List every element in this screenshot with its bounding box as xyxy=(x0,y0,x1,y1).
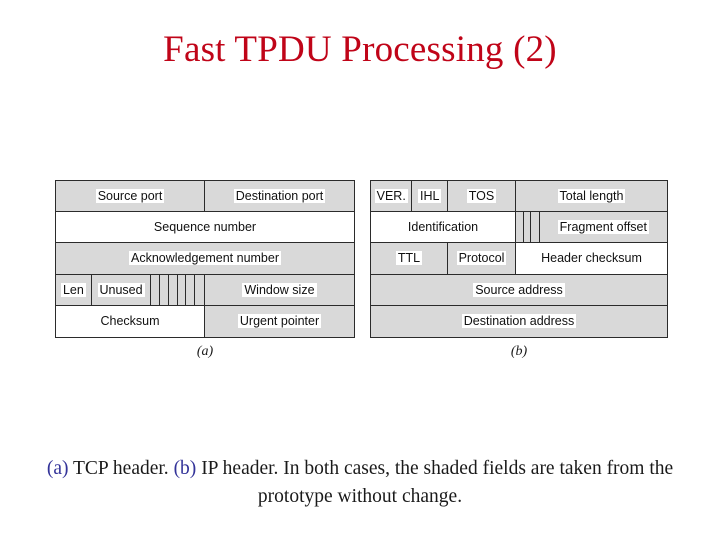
header-field-cell: TTL xyxy=(371,243,448,274)
header-field-label: Source address xyxy=(473,282,565,297)
header-field-label: Source port xyxy=(95,189,165,204)
header-row: Destination address xyxy=(371,305,667,337)
header-field-label: Sequence number xyxy=(153,220,257,235)
flag-bit xyxy=(169,274,178,305)
header-field-cell: Destination address xyxy=(371,305,667,337)
header-field-label: VER. xyxy=(374,189,408,204)
header-field-label: Window size xyxy=(242,282,317,297)
flag-bit xyxy=(531,212,539,242)
header-field-cell: TOS xyxy=(447,181,517,212)
flag-bit xyxy=(186,274,196,305)
header-row: Sequence number xyxy=(56,212,354,244)
header-field-label: Len xyxy=(60,282,86,297)
figure-caption: (a) TCP header. (b) IP header. In both c… xyxy=(10,455,710,511)
header-field-label: Acknowledgement number xyxy=(129,251,281,266)
subcaption-a: (a) xyxy=(196,344,214,359)
header-field-label: Unused xyxy=(97,282,145,297)
header-field-cell: Total length xyxy=(516,181,667,212)
header-row: TTL Protocol Header checksum xyxy=(371,243,667,275)
header-field-label: TOS xyxy=(466,189,497,204)
caption-text-b: IP header. In both cases, the shaded fie… xyxy=(196,458,674,507)
header-field-cell: Destination port xyxy=(205,181,354,212)
header-field-cell: Acknowledgement number xyxy=(56,243,354,274)
header-field-cell: Checksum xyxy=(56,305,205,337)
flag-bit xyxy=(516,212,524,243)
header-field-label: Checksum xyxy=(100,314,160,329)
header-row: Len Unused Window size xyxy=(56,274,354,306)
header-row: Source address xyxy=(371,274,667,306)
header-field-label: Destination address xyxy=(461,314,577,329)
flag-bit xyxy=(195,275,204,305)
header-field-cell: IHL xyxy=(412,181,448,212)
header-field-cell: Window size xyxy=(204,274,354,305)
header-field-cell: VER. xyxy=(371,181,413,212)
header-field-label: Fragment offset xyxy=(557,220,649,235)
flag-bit xyxy=(160,274,169,305)
header-field-cell: Urgent pointer xyxy=(205,305,354,337)
header-field-label: IHL xyxy=(417,189,442,204)
flag-bit xyxy=(151,274,161,305)
header-row: Acknowledgement number xyxy=(56,243,354,275)
header-field-cell: Len xyxy=(56,274,92,305)
header-field-label: Urgent pointer xyxy=(237,314,322,329)
header-field-cell: Fragment offset xyxy=(539,212,667,243)
flag-bit xyxy=(524,212,532,243)
header-row: Identification Fragment offset xyxy=(371,212,667,244)
header-field-cell: Header checksum xyxy=(516,243,667,274)
header-figure: Source port Destination port Sequence numb… xyxy=(0,178,720,363)
header-row: Source port Destination port xyxy=(56,181,354,213)
caption-ref-b: (b) xyxy=(173,458,197,479)
flag-bits-group xyxy=(151,274,205,305)
header-field-label: Header checksum xyxy=(541,251,642,266)
header-field-cell: Source address xyxy=(371,274,667,305)
header-field-cell: Source port xyxy=(56,181,205,212)
header-field-label: Total length xyxy=(557,189,626,204)
header-row: Checksum Urgent pointer xyxy=(56,305,354,337)
subcaption-b: (b) xyxy=(510,344,528,359)
header-field-cell: Protocol xyxy=(447,243,517,274)
ip-header-diagram: VER. IHL TOS Total length Identification Frag… xyxy=(370,180,668,338)
header-field-cell: Sequence number xyxy=(56,212,354,243)
header-field-cell: Unused xyxy=(91,274,152,305)
header-field-label: TTL xyxy=(395,251,423,266)
tcp-header-diagram: Source port Destination port Sequence numb… xyxy=(55,180,355,338)
header-field-label: Identification xyxy=(407,220,479,235)
header-field-label: Destination port xyxy=(233,189,326,204)
flag-bit xyxy=(178,274,187,305)
header-field-label: Protocol xyxy=(456,251,507,266)
page-title: Fast TPDU Processing (2) xyxy=(163,29,557,70)
flag-bits-group xyxy=(516,212,540,243)
caption-text-a: TCP header. xyxy=(68,458,174,479)
caption-ref-a: (a) xyxy=(46,458,69,479)
header-row: VER. IHL TOS Total length xyxy=(371,181,667,213)
slide-canvas: Fast TPDU Processing (2) Source port Dest… xyxy=(0,0,720,540)
header-field-cell: Identification xyxy=(371,212,517,243)
